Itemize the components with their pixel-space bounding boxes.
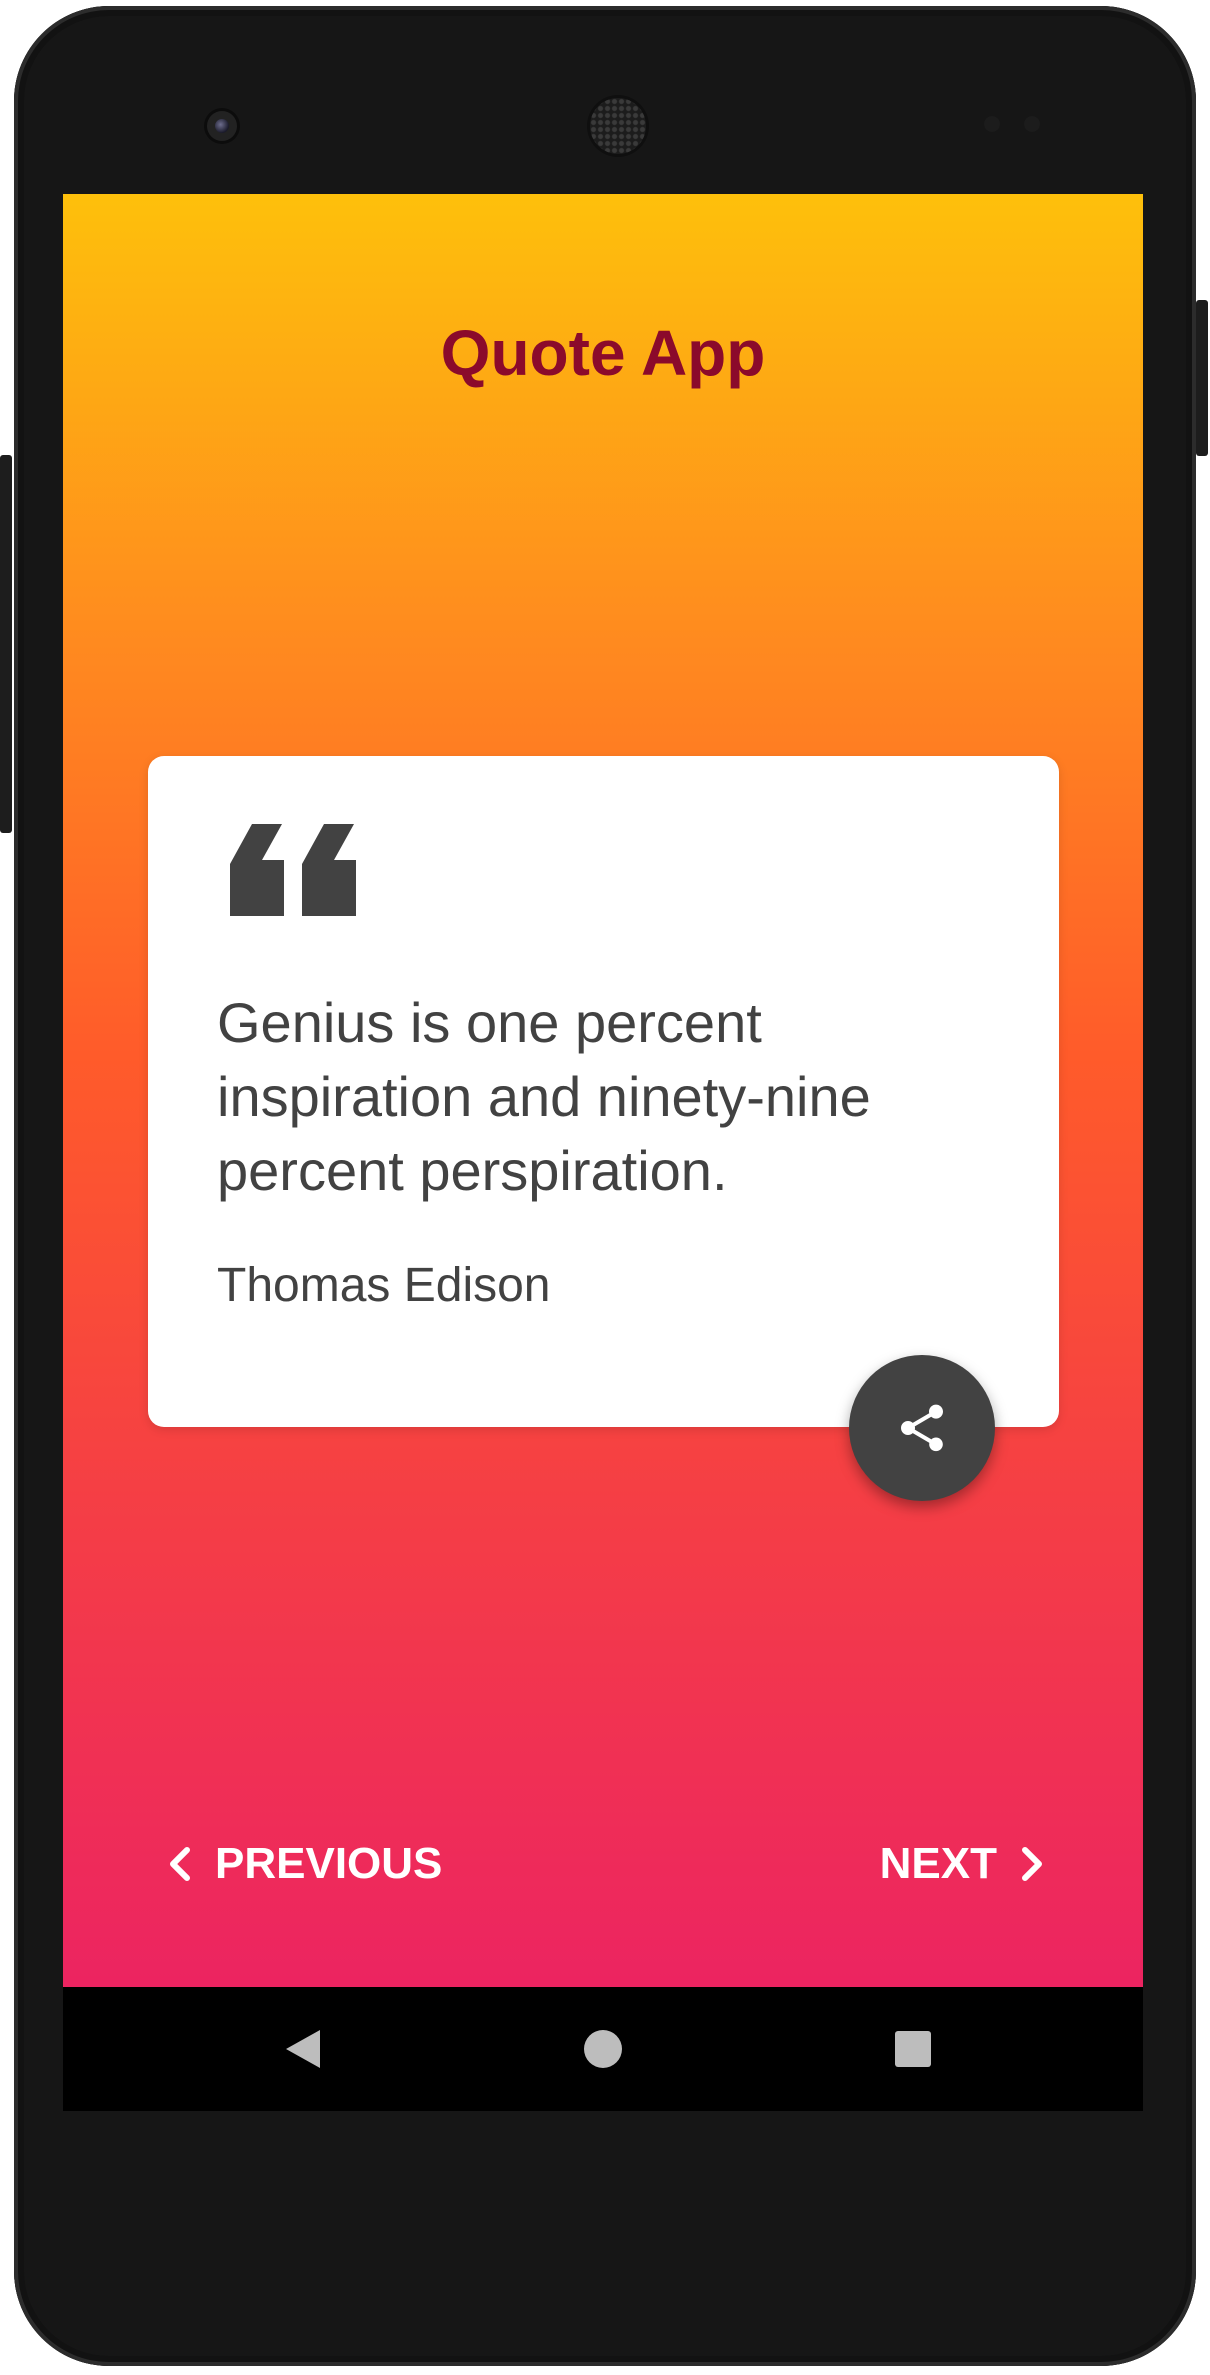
home-button[interactable]	[563, 1987, 643, 2111]
next-button[interactable]: NEXT	[880, 1824, 1045, 1904]
recents-button[interactable]	[873, 1987, 953, 2111]
chevron-right-icon	[1022, 1847, 1042, 1881]
earpiece-speaker	[590, 98, 646, 154]
system-navigation-bar	[63, 1987, 1143, 2111]
home-circle-icon	[584, 2030, 622, 2068]
previous-label: PREVIOUS	[215, 1839, 443, 1888]
app-screen: Quote App Genius is one percent inspirat…	[63, 194, 1143, 1987]
proximity-sensor	[984, 116, 1000, 132]
share-button[interactable]	[849, 1355, 995, 1501]
previous-button[interactable]: PREVIOUS	[167, 1824, 442, 1904]
page-title: Quote App	[440, 317, 766, 389]
quote-card: Genius is one percent inspiration and ni…	[148, 756, 1059, 1427]
quote-author: Thomas Edison	[217, 1259, 551, 1312]
chevron-left-icon	[170, 1847, 190, 1881]
power-button	[1196, 300, 1208, 456]
share-icon	[901, 1404, 943, 1452]
volume-button	[0, 455, 12, 833]
front-camera	[207, 111, 237, 141]
quote-text: Genius is one percent inspiration and ni…	[217, 991, 871, 1202]
quote-open-icon	[230, 824, 356, 916]
recents-square-icon	[895, 2031, 931, 2067]
back-button[interactable]	[263, 1987, 343, 2111]
light-sensor	[1024, 116, 1040, 132]
back-triangle-icon	[286, 2030, 320, 2068]
next-label: NEXT	[879, 1839, 997, 1888]
